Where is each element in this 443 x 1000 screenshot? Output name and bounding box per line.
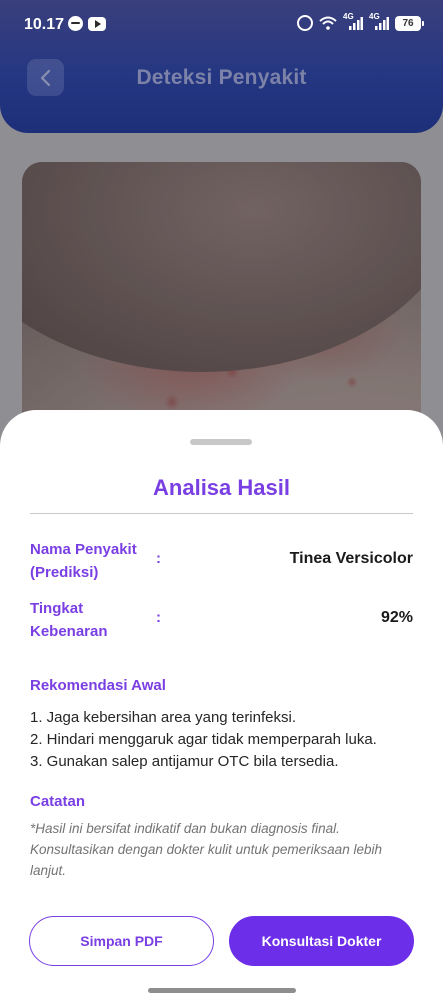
note-text: *Hasil ini bersifat indikatif dan bukan … — [30, 821, 382, 878]
list-item: 2. Hindari menggaruk agar tidak memperpa… — [30, 731, 377, 748]
recommendation-heading: Rekomendasi Awal — [30, 677, 166, 694]
accuracy-label: Tingkat Kebenaran — [30, 600, 108, 640]
signal-icon-2: 4G — [369, 12, 389, 31]
list-item: 1. Jaga kebersihan area yang terinfeksi. — [30, 709, 296, 726]
disease-row: Nama Penyakit (Prediksi) : Tinea Versico… — [30, 538, 413, 584]
disease-label: Nama Penyakit (Prediksi) — [30, 541, 137, 581]
sheet-title: Analisa Hasil — [153, 475, 290, 500]
list-item: 3. Gunakan salep antijamur OTC bila ters… — [30, 753, 339, 770]
consult-doctor-button[interactable]: Konsultasi Dokter — [229, 916, 414, 966]
save-pdf-button[interactable]: Simpan PDF — [29, 916, 214, 966]
wifi-icon — [319, 16, 337, 30]
notification-icons — [68, 16, 106, 31]
note-heading: Catatan — [30, 793, 86, 810]
status-right-icons: 4G 4G 76 — [297, 12, 424, 31]
disease-colon: : — [156, 550, 161, 567]
home-indicator[interactable] — [148, 988, 296, 993]
disease-value: Tinea Versicolor — [289, 550, 413, 567]
battery-icon: 76 — [395, 15, 424, 31]
network-type-2: 4G — [369, 12, 380, 21]
sheet-drag-handle[interactable] — [190, 439, 252, 445]
status-bar: 10.17 4G 4G 76 — [0, 0, 443, 50]
signal-icon-1: 4G — [343, 12, 363, 31]
divider — [30, 513, 413, 514]
chat-icon — [68, 16, 83, 31]
recommendation-list: 1. Jaga kebersihan area yang terinfeksi.… — [30, 707, 377, 773]
accuracy-row: Tingkat Kebenaran : 92% — [30, 597, 413, 643]
accuracy-value: 92% — [380, 609, 413, 626]
page-title: Deteksi Penyakit — [136, 66, 307, 89]
alarm-icon — [297, 15, 313, 31]
accuracy-colon: : — [156, 609, 161, 626]
youtube-icon — [88, 17, 106, 31]
result-bottom-sheet: Analisa Hasil Nama Penyakit (Prediksi) :… — [0, 410, 443, 1000]
network-type-1: 4G — [343, 12, 354, 21]
status-time: 10.17 — [24, 16, 65, 33]
